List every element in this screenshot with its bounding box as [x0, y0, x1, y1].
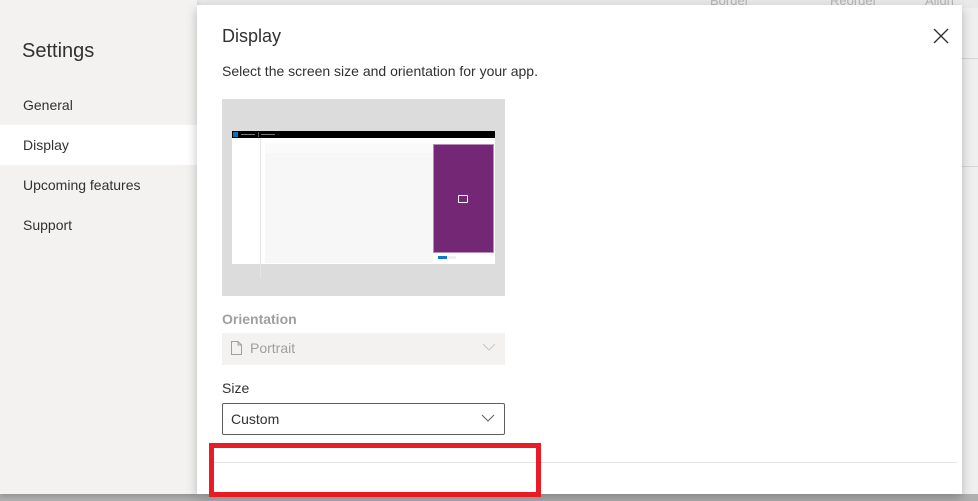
size-label: Size	[222, 380, 250, 396]
annotation-highlight-box	[209, 443, 541, 497]
chevron-down-icon	[482, 343, 496, 351]
preview-topbar-separator	[258, 132, 259, 137]
divider	[962, 166, 978, 167]
preview-canvas	[265, 153, 433, 263]
panel-description: Select the screen size and orientation f…	[222, 63, 538, 79]
display-settings-panel: Display Select the screen size and orien…	[197, 5, 962, 494]
sidebar-title: Settings	[22, 40, 95, 62]
preview-phone-screen	[433, 144, 494, 253]
close-button[interactable]	[930, 25, 952, 47]
background-right-pane	[962, 8, 978, 501]
preview-canvas-header	[265, 143, 433, 153]
sidebar-item-general[interactable]: General	[0, 85, 197, 125]
document-icon	[231, 341, 242, 355]
orientation-dropdown: Portrait	[222, 333, 505, 365]
sidebar-item-display[interactable]: Display	[0, 125, 197, 165]
size-value: Custom	[231, 411, 280, 427]
preview-app-logo-icon	[233, 132, 238, 137]
preview-topbar-text	[241, 134, 255, 135]
preview-screen	[232, 131, 495, 278]
panel-title: Display	[222, 26, 282, 46]
size-dropdown[interactable]: Custom	[222, 403, 505, 435]
divider	[962, 58, 978, 59]
chevron-down-icon	[481, 414, 495, 422]
preview-topbar-text	[261, 134, 275, 135]
screen-preview	[222, 99, 505, 296]
preview-left-column	[260, 138, 261, 278]
orientation-label: Orientation	[222, 311, 297, 327]
preview-secondary-button	[448, 256, 456, 259]
preview-primary-button	[438, 256, 447, 259]
close-icon	[933, 28, 949, 44]
sidebar-item-support[interactable]: Support	[0, 205, 197, 245]
powerapps-icon	[458, 195, 468, 203]
settings-sidebar: Settings General Display Upcoming featur…	[0, 0, 197, 494]
sidebar-item-upcoming-features[interactable]: Upcoming features	[0, 165, 197, 205]
preview-topbar	[232, 131, 495, 138]
orientation-value: Portrait	[250, 340, 296, 356]
